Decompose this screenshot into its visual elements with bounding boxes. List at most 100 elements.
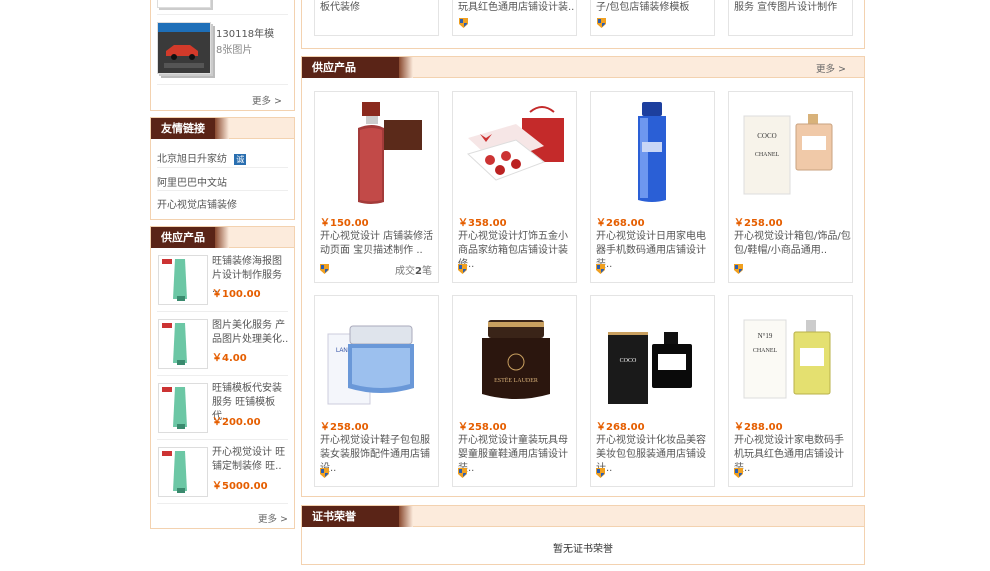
main-supply-panel: 供应产品 更多 > ￥150.00 开心视觉设计 店铺装修活动页面 宝贝描述制作… <box>301 56 865 497</box>
product-card-6[interactable]: ESTĒE LAUDER ￥258.00 开心视觉设计童装玩具母婴童服童鞋通用店… <box>452 295 577 487</box>
side-supply-more-link[interactable]: 更多 > <box>258 511 288 525</box>
sales-number: 2 <box>415 266 422 277</box>
side-product-price-1: ￥100.00 <box>212 289 261 300</box>
tube-product-icon <box>162 323 187 365</box>
product-name[interactable]: 开心视觉设计日用家电电器手机数码通用店铺设计装.. <box>596 230 714 272</box>
product-name[interactable]: 开心视觉设计 店铺装修活动页面 宝贝描述制作 .. <box>320 230 438 258</box>
album-thumb-previous[interactable] <box>157 0 211 8</box>
side-product-thumb-1[interactable] <box>158 255 208 305</box>
tube-product-icon <box>162 451 187 493</box>
side-product-price-3: ￥200.00 <box>212 417 261 428</box>
chanel-label: CHANEL <box>753 348 778 354</box>
shield-icon <box>597 18 606 28</box>
top-strip-name-2[interactable]: 玩具红色通用店铺设计装.. <box>458 0 574 13</box>
shield-icon <box>734 264 743 274</box>
product-price: ￥268.00 <box>596 422 645 433</box>
product-card-4[interactable]: COCO CHANEL ￥258.00 开心视觉设计箱包/饰品/包包/鞋帽/小商… <box>728 91 853 283</box>
product-card-5[interactable]: LANEIGE ￥258.00 开心视觉设计鞋子包包服装女装服饰配件通用店铺设.… <box>314 295 439 487</box>
certificates-empty-text: 暂无证书荣誉 <box>553 544 613 555</box>
product-price: ￥358.00 <box>458 218 507 229</box>
top-strip-card-1[interactable]: 板代装修 <box>314 0 439 36</box>
coco-label: COCO <box>620 358 637 364</box>
side-product-price-2: ￥4.00 <box>212 353 247 364</box>
shield-icon <box>320 468 329 478</box>
estee-label: ESTĒE LAUDER <box>494 377 538 384</box>
sales-unit: 笔 <box>422 266 432 277</box>
product-price: ￥258.00 <box>458 422 507 433</box>
chanel-no19-image: N°19 CHANEL <box>743 319 831 399</box>
album-thumbnail[interactable] <box>157 22 211 74</box>
album-count: 8张图片 <box>216 45 253 56</box>
friend-link-label[interactable]: 北京旭日升家纺 <box>157 154 227 165</box>
coco-noir-image: COCO <box>608 332 692 404</box>
main-supply-title: 供应产品 <box>302 57 413 78</box>
top-strip-name-3[interactable]: 子/包包店铺装修模板 <box>596 0 689 13</box>
shield-icon <box>734 468 743 478</box>
shield-icon <box>459 18 468 28</box>
side-supply-title: 供应产品 <box>151 227 229 248</box>
product-name[interactable]: 开心视觉设计童装玩具母婴童服童鞋通用店铺设计装.. <box>458 434 576 476</box>
estee-jar-image: ESTĒE LAUDER <box>482 320 550 399</box>
blue-lotion-image <box>638 102 666 202</box>
laneige-jar-image: LANEIGE <box>327 325 414 405</box>
no19-label: N°19 <box>758 332 773 340</box>
album-title[interactable]: 130118年模 <box>216 25 274 40</box>
side-supply-header: 供应产品 <box>151 227 294 248</box>
product-price: ￥150.00 <box>320 218 369 229</box>
shield-icon <box>458 264 467 274</box>
tube-product-icon <box>162 259 187 301</box>
shield-icon <box>596 468 605 478</box>
side-product-price-4: ￥5000.00 <box>212 481 268 492</box>
top-strip-card-2[interactable]: 玩具红色通用店铺设计装.. <box>452 0 577 36</box>
side-product-name-4[interactable]: 开心视觉设计 旺铺定制装修 旺.. <box>212 446 290 474</box>
product-name[interactable]: 开心视觉设计箱包/饰品/包包/鞋帽/小商品通用.. <box>734 230 852 258</box>
gift-set-image <box>467 106 564 181</box>
car-album-icon <box>158 23 210 73</box>
top-product-strip: 板代装修 玩具红色通用店铺设计装.. 子/包包店铺装修模板 服务 宣传图片设计制… <box>301 0 865 49</box>
side-album-panel: 130118年模 8张图片 更多 > <box>150 0 295 111</box>
side-product-thumb-3[interactable] <box>158 383 208 433</box>
toner-bottle-image <box>358 102 422 204</box>
certificates-title: 证书荣誉 <box>302 506 413 527</box>
friend-link-2[interactable]: 阿里巴巴中文站 <box>157 174 227 189</box>
tube-product-icon <box>162 387 187 429</box>
product-card-7[interactable]: COCO ￥268.00 开心视觉设计化妆品美容美妆包包服装通用店铺设计.. <box>590 295 715 487</box>
friend-links-header: 友情链接 <box>151 118 294 139</box>
product-card-8[interactable]: N°19 CHANEL ￥288.00 开心视觉设计家电数码手机玩具红色通用店铺… <box>728 295 853 487</box>
product-name[interactable]: 开心视觉设计家电数码手机玩具红色通用店铺设计装.. <box>734 434 852 476</box>
shield-icon <box>320 264 329 274</box>
shield-icon <box>596 264 605 274</box>
trust-badge-icon: 诚 <box>234 154 247 165</box>
product-price: ￥268.00 <box>596 218 645 229</box>
product-price: ￥258.00 <box>320 422 369 433</box>
side-supply-panel: 供应产品 旺铺装修海报图片设计制作服务 .. ￥100.00 图片美化服务 产品… <box>150 226 295 529</box>
sales-label: 成交 <box>395 266 416 277</box>
product-name[interactable]: 开心视觉设计鞋子包包服装女装服饰配件通用店铺设.. <box>320 434 438 476</box>
album-more-link[interactable]: 更多 > <box>252 93 282 107</box>
top-strip-name-4[interactable]: 服务 宣传图片设计制作 <box>734 0 837 13</box>
sales-count: 成交2笔 <box>395 262 432 277</box>
side-product-thumb-4[interactable] <box>158 447 208 497</box>
product-price: ￥288.00 <box>734 422 783 433</box>
product-name[interactable]: 开心视觉设计化妆品美容美妆包包服装通用店铺设计.. <box>596 434 714 476</box>
product-card-2[interactable]: ￥358.00 开心视觉设计灯饰五金小商品家纺箱包店铺设计装修.. <box>452 91 577 283</box>
chanel-label: CHANEL <box>755 152 780 158</box>
product-name[interactable]: 开心视觉设计灯饰五金小商品家纺箱包店铺设计装修.. <box>458 230 576 272</box>
main-supply-header: 供应产品 更多 > <box>302 57 864 78</box>
product-price: ￥258.00 <box>734 218 783 229</box>
friend-link-1[interactable]: 北京旭日升家纺 诚 <box>157 150 247 165</box>
product-card-1[interactable]: ￥150.00 开心视觉设计 店铺装修活动页面 宝贝描述制作 .. 成交2笔 <box>314 91 439 283</box>
top-strip-name-1[interactable]: 板代装修 <box>320 0 360 13</box>
coco-label: COCO <box>757 132 776 140</box>
friend-links-panel: 友情链接 北京旭日升家纺 诚 阿里巴巴中文站 开心视觉店铺装修 <box>150 117 295 220</box>
product-card-3[interactable]: ￥268.00 开心视觉设计日用家电电器手机数码通用店铺设计装.. <box>590 91 715 283</box>
certificates-panel: 证书荣誉 暂无证书荣誉 <box>301 505 865 565</box>
side-product-thumb-2[interactable] <box>158 319 208 369</box>
shield-icon <box>458 468 467 478</box>
side-product-name-2[interactable]: 图片美化服务 产品图片处理美化.. <box>212 319 290 347</box>
top-strip-card-4[interactable]: 服务 宣传图片设计制作 <box>728 0 853 36</box>
top-strip-card-3[interactable]: 子/包包店铺装修模板 <box>590 0 715 36</box>
main-supply-more-link[interactable]: 更多 > <box>816 61 846 75</box>
friend-link-3[interactable]: 开心视觉店铺装修 <box>157 196 237 211</box>
certificates-header: 证书荣誉 <box>302 506 864 527</box>
